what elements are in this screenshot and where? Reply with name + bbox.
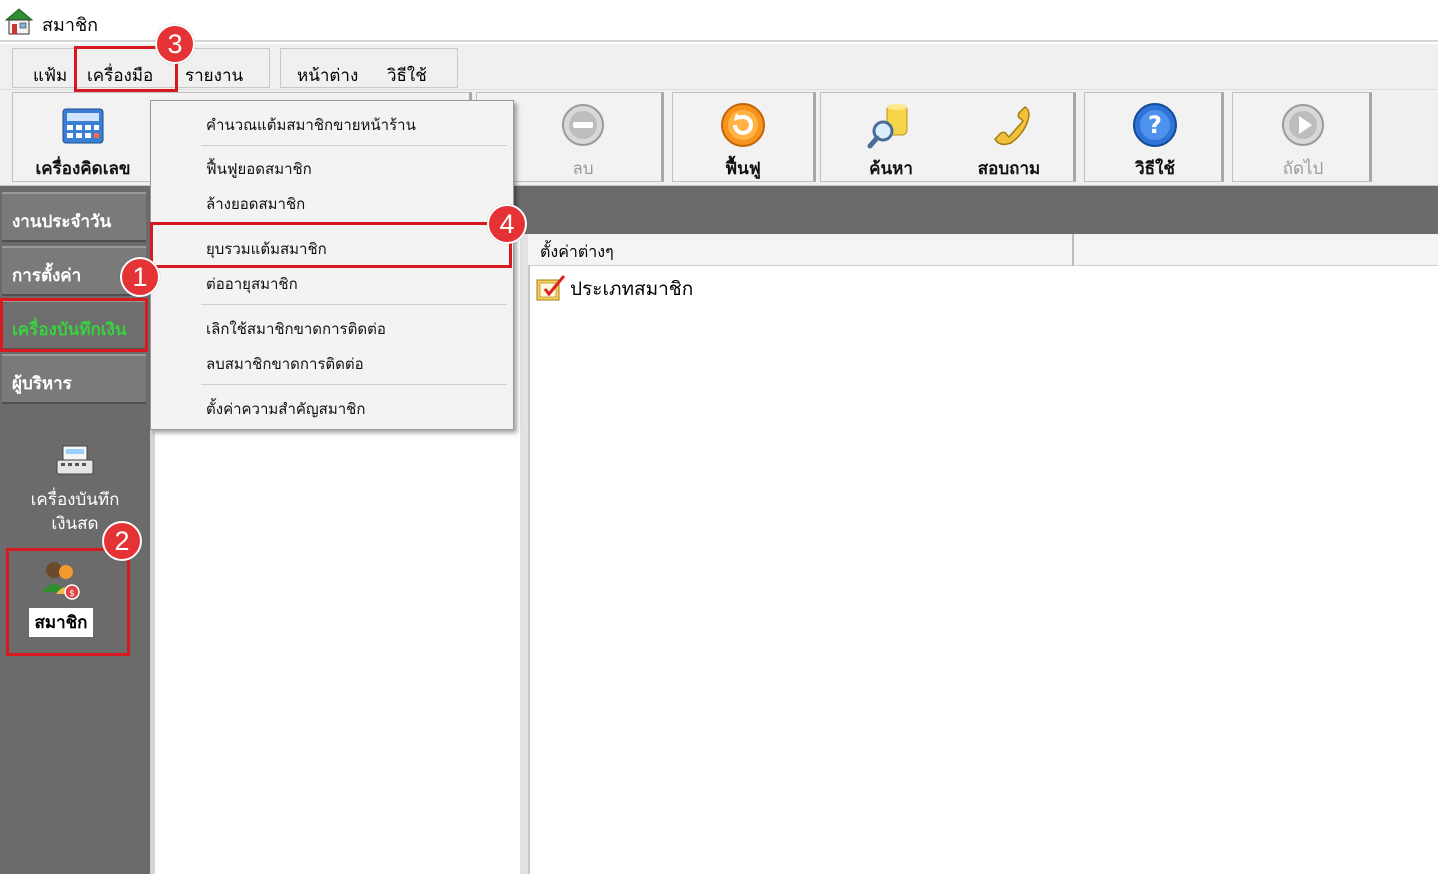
search-icon — [867, 104, 908, 149]
inquiry-button[interactable]: สอบถาม — [949, 101, 1069, 182]
calculator-button[interactable]: เครื่องคิดเลข — [23, 101, 143, 182]
help-label: วิธีใช้ — [1135, 159, 1175, 179]
menu-group-window: หน้าต่าง วิธีใช้ — [280, 48, 458, 88]
list-pane: ประเภทสมาชิก — [528, 266, 1438, 874]
menu-separator — [201, 145, 507, 146]
menu-item-delete-inactive[interactable]: ลบสมาชิกขาดการติดต่อ — [206, 352, 364, 376]
search-label: ค้นหา — [869, 159, 913, 179]
step-badge-2: 2 — [102, 521, 142, 561]
calculator-icon — [62, 108, 104, 144]
nav-daily-work[interactable]: งานประจำวัน — [2, 192, 146, 242]
restore-label: ฟื้นฟู — [725, 159, 761, 179]
menu-separator — [201, 384, 507, 385]
search-button[interactable]: ค้นหา — [831, 101, 951, 182]
menu-item-calc-points[interactable]: คำนวณแต้มสมาชิกขายหน้าร้าน — [206, 113, 416, 137]
calculator-label: เครื่องคิดเลข — [35, 159, 131, 179]
restore-button[interactable]: ฟื้นฟู — [683, 101, 803, 182]
toolbar-group-4: ค้นหา สอบถาม — [820, 92, 1076, 182]
menu-bar: แฟ้ม เครื่องมือ รายงาน หน้าต่าง วิธีใช้ — [0, 44, 1438, 90]
highlight-box-cash-register-section — [0, 298, 148, 352]
help-icon: ? — [1133, 103, 1177, 147]
shop-house-icon — [4, 8, 34, 35]
cash-register-label-line1: เครื่องบันทึก — [30, 490, 120, 510]
menu-item-member-priority[interactable]: ตั้งค่าความสำคัญสมาชิก — [206, 397, 365, 421]
menu-file[interactable]: แฟ้ม — [33, 62, 67, 89]
menu-separator — [201, 304, 507, 305]
content-header-bar — [513, 186, 1438, 234]
checklist-icon — [536, 275, 566, 301]
window-title: สมาชิก — [42, 15, 99, 36]
delete-label: ลบ — [572, 159, 594, 179]
toolbar-group-6: ถัดไป — [1232, 92, 1372, 182]
menu-item-restore-balance[interactable]: ฟื้นฟูยอดสมาชิก — [206, 157, 312, 181]
next-button[interactable]: ถัดไป — [1243, 101, 1363, 182]
menu-item-clear-balance[interactable]: ล้างยอดสมาชิก — [206, 192, 305, 216]
next-icon — [1282, 104, 1324, 146]
phone-icon — [994, 106, 1030, 146]
nav-management[interactable]: ผู้บริหาร — [2, 354, 146, 404]
title-bar: สมาชิก — [0, 0, 1438, 42]
menu-item-renew-member[interactable]: ต่ออายุสมาชิก — [206, 272, 298, 296]
column-header-settings[interactable]: ตั้งค่าต่างๆ — [528, 234, 1074, 266]
inquiry-label: สอบถาม — [977, 159, 1041, 179]
help-button[interactable]: ? วิธีใช้ — [1095, 101, 1215, 182]
cash-register-icon — [56, 445, 94, 475]
menu-help[interactable]: วิธีใช้ — [387, 62, 427, 89]
menu-reports[interactable]: รายงาน — [185, 62, 243, 89]
step-badge-4: 4 — [487, 204, 527, 244]
list-item-label: ประเภทสมาชิก — [570, 278, 694, 300]
delete-button[interactable]: ลบ — [523, 101, 643, 182]
step-badge-1: 1 — [120, 257, 160, 297]
toolbar-group-5: ? วิธีใช้ — [1084, 92, 1224, 182]
highlight-box-members-item — [6, 548, 130, 656]
toolbar-group-3: ฟื้นฟู — [672, 92, 816, 182]
minus-circle-icon — [562, 104, 604, 146]
highlight-box-merge-points-item — [150, 222, 512, 268]
menu-window[interactable]: หน้าต่าง — [297, 62, 358, 89]
list-column-headers: ตั้งค่าต่างๆ — [528, 234, 1438, 266]
next-label: ถัดไป — [1282, 159, 1324, 179]
step-badge-3: 3 — [155, 24, 195, 64]
restore-icon — [721, 103, 765, 147]
svg-text:?: ? — [1148, 111, 1162, 139]
menu-item-deactivate-inactive[interactable]: เลิกใช้สมาชิกขาดการติดต่อ — [206, 317, 386, 341]
